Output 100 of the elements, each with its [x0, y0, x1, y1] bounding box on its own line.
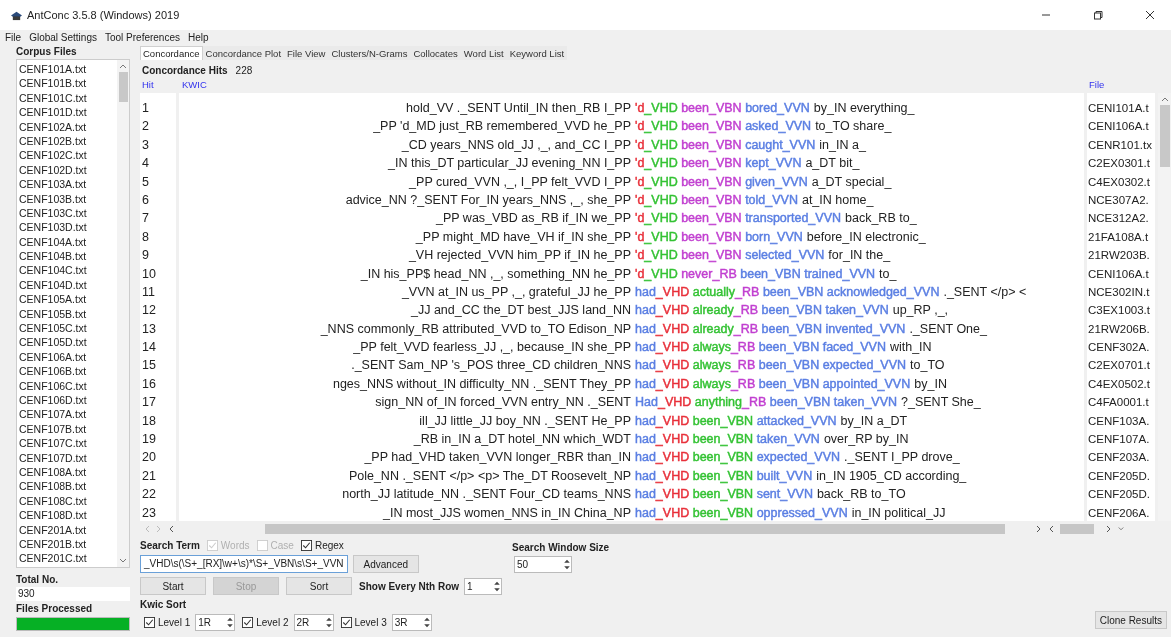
- action-button[interactable]: Start: [140, 577, 206, 595]
- column-header[interactable]: KWIC: [182, 79, 1089, 90]
- file-item[interactable]: CENF201B.txt: [19, 536, 117, 552]
- checkbox-label[interactable]: Level 2: [256, 617, 289, 628]
- file-name: C3EX1003.t: [1087, 303, 1151, 319]
- right-context: ._SENT </p> <: [943, 283, 1027, 301]
- close-icon[interactable]: [1145, 10, 1155, 20]
- sort-level-spinner[interactable]: 1R: [195, 614, 236, 631]
- file-item[interactable]: CENF103C.txt: [19, 205, 117, 221]
- scroll-up-icon[interactable]: [1160, 96, 1169, 102]
- processed-label: Files Processed: [16, 603, 94, 615]
- file-item[interactable]: CENF102D.txt: [19, 162, 117, 178]
- file-item[interactable]: CENF104B.txt: [19, 249, 117, 264]
- tab[interactable]: Concordance Plot: [202, 46, 285, 60]
- file-item[interactable]: CENF107A.txt: [19, 407, 117, 422]
- keyword-match: had_VHD been_VBN taken_VVN: [635, 431, 820, 449]
- file-item[interactable]: CENF106D.txt: [19, 393, 117, 408]
- file-item[interactable]: CENF106C.txt: [19, 378, 117, 393]
- file-item[interactable]: CENF102A.txt: [19, 119, 117, 134]
- column-header[interactable]: File: [1089, 79, 1171, 90]
- file-item[interactable]: CENF105B.txt: [19, 306, 117, 322]
- search-field[interactable]: _VHD\s(\S+_[RX]\w+\s)*\S+_VBN\s\S+_VVN: [140, 555, 348, 573]
- right-context: ._SENT One_: [909, 320, 987, 338]
- file-item[interactable]: CENF104D.txt: [19, 277, 117, 293]
- file-item[interactable]: CENF104A.txt: [19, 234, 117, 250]
- file-name: CENF206A.: [1087, 505, 1151, 521]
- advanced-button[interactable]: Advanced: [352, 555, 419, 573]
- tab[interactable]: File View: [284, 46, 329, 60]
- scroll-right-icon[interactable]: [1036, 525, 1042, 533]
- checked-checkbox[interactable]: [144, 617, 155, 628]
- file-item[interactable]: CENF108D.txt: [19, 508, 117, 523]
- clone-results-button[interactable]: Clone Results: [1094, 611, 1167, 629]
- left-context: sign_NN of_IN forced_VVN entry_NN ._SENT: [375, 394, 632, 412]
- file-item[interactable]: CENF106B.txt: [19, 364, 117, 379]
- hit-number: 19: [141, 431, 157, 449]
- file-item[interactable]: CENF102C.txt: [19, 148, 117, 163]
- menu-item[interactable]: Global Settings: [29, 31, 97, 43]
- kwic-sort-label: Kwic Sort: [140, 599, 188, 610]
- file-item[interactable]: CENF107B.txt: [19, 421, 117, 437]
- file-name: CENI106A.t: [1087, 119, 1150, 135]
- file-item[interactable]: CENF107C.txt: [19, 436, 117, 451]
- menu-item[interactable]: File: [5, 31, 22, 43]
- file-item[interactable]: CENF101D.txt: [19, 105, 117, 120]
- checked-checkbox[interactable]: [340, 617, 352, 628]
- file-item[interactable]: CENF102B.txt: [19, 133, 117, 149]
- file-name: C2EX0701.t: [1087, 358, 1151, 374]
- file-item[interactable]: CENF108C.txt: [19, 493, 117, 509]
- file-item[interactable]: CENF106A.txt: [19, 349, 117, 365]
- left-context: _PP had_VHD taken_VVN longer_RBR than_IN: [364, 449, 632, 467]
- file-item[interactable]: CENF108A.txt: [19, 464, 117, 480]
- scrollbar-thumb[interactable]: [118, 72, 128, 102]
- file-item[interactable]: CENF105A.txt: [19, 292, 117, 307]
- file-item[interactable]: CENF104C.txt: [19, 263, 117, 278]
- left-context: _PP might_MD have_VH if_IN she_PP: [415, 228, 632, 246]
- file-item[interactable]: CENF103A.txt: [19, 177, 117, 192]
- window-size-spinner[interactable]: 50: [514, 556, 572, 573]
- checkbox-label[interactable]: Regex: [314, 540, 344, 551]
- file-item[interactable]: CENF105D.txt: [19, 335, 117, 350]
- right-context: over_RP by_IN: [823, 431, 909, 449]
- file-name: C2EX0301.t: [1087, 156, 1151, 172]
- scroll-left-icon[interactable]: [1048, 525, 1054, 533]
- hit-number: 22: [141, 486, 157, 504]
- file-item[interactable]: CENF107D.txt: [19, 450, 117, 465]
- section-title: Corpus Files: [16, 46, 78, 57]
- checked-checkbox[interactable]: [300, 540, 312, 551]
- file-item[interactable]: CENF103D.txt: [19, 220, 117, 235]
- tab[interactable]: Collocates: [410, 46, 461, 60]
- column-header[interactable]: Hit: [140, 79, 182, 90]
- hit-number: 12: [141, 302, 157, 320]
- tab[interactable]: Keyword List: [506, 46, 568, 60]
- tab[interactable]: Clusters/N-Grams: [328, 46, 411, 60]
- keyword-match: 'd_VHD been_VBN caught_VVN: [635, 136, 816, 154]
- file-item[interactable]: CENF105C.txt: [19, 321, 117, 336]
- action-button[interactable]: Sort: [286, 577, 352, 595]
- nth-row-spinner[interactable]: 1: [464, 577, 502, 595]
- file-item[interactable]: CENF201A.txt: [19, 522, 117, 537]
- keyword-match: had_VHD always_RB been_VBN faced_VVN: [635, 339, 886, 357]
- file-item[interactable]: CENF101C.txt: [19, 90, 117, 106]
- scroll-left-icon[interactable]: [168, 525, 174, 533]
- menu-item[interactable]: Tool Preferences: [104, 31, 180, 43]
- scroll-down-icon[interactable]: [1118, 525, 1124, 533]
- scroll-right-icon[interactable]: [1106, 525, 1112, 533]
- file-item[interactable]: CENF101A.txt: [19, 62, 117, 77]
- scroll-down-icon[interactable]: [119, 558, 127, 565]
- checkbox-label[interactable]: Level 1: [158, 617, 191, 628]
- menu-item[interactable]: Help: [188, 31, 209, 43]
- maximize-icon[interactable]: [1093, 10, 1103, 20]
- file-item[interactable]: CENF101B.txt: [19, 76, 117, 91]
- file-item[interactable]: CENF201C.txt: [19, 551, 117, 566]
- tab[interactable]: Word List: [460, 46, 507, 60]
- scrollbar-thumb[interactable]: [1159, 105, 1170, 167]
- checkbox-label[interactable]: Level 3: [354, 617, 387, 628]
- sort-level-spinner[interactable]: 3R: [391, 614, 432, 631]
- sort-level-spinner[interactable]: 2R: [293, 614, 334, 631]
- file-item[interactable]: CENF108B.txt: [19, 479, 117, 494]
- tab[interactable]: Concordance: [140, 46, 203, 60]
- scroll-up-icon[interactable]: [119, 63, 127, 69]
- checked-checkbox[interactable]: [242, 617, 254, 628]
- file-item[interactable]: CENF103B.txt: [19, 191, 117, 206]
- right-context: with_IN: [889, 339, 932, 357]
